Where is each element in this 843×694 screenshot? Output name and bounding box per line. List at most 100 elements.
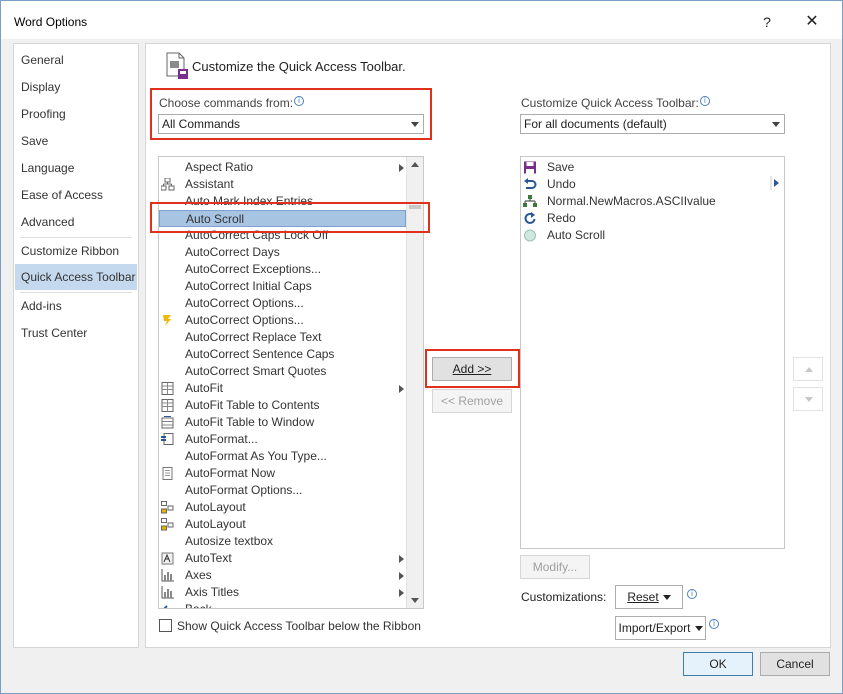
remove-button[interactable]: << Remove (432, 389, 512, 413)
add-button[interactable]: Add >> (432, 357, 512, 381)
command-label: AutoFit Table to Window (185, 415, 315, 429)
info-icon[interactable]: i (687, 589, 697, 599)
command-list-item[interactable]: Auto Mark Index Entries (159, 193, 406, 210)
command-label: Assistant (185, 177, 234, 191)
move-up-button[interactable] (793, 357, 823, 381)
modify-button[interactable]: Modify... (520, 555, 590, 579)
toolbar-list-item[interactable]: Normal.NewMacros.ASCIIvalue (521, 193, 761, 210)
command-list-item[interactable]: AutoText (159, 550, 406, 567)
command-list-item[interactable]: AutoLayout (159, 516, 406, 533)
ok-button[interactable]: OK (683, 652, 753, 676)
command-list-item[interactable]: Autosize textbox (159, 533, 406, 550)
info-icon[interactable]: i (294, 96, 305, 106)
panel-heading: Customize the Quick Access Toolbar. (192, 59, 406, 74)
command-label: Auto Scroll (186, 212, 245, 226)
move-down-button[interactable] (793, 387, 823, 411)
command-label: Back (185, 602, 212, 609)
customize-toolbar-combobox[interactable]: For all documents (default) (520, 114, 785, 134)
customize-toolbar-label: Customize Quick Access Toolbar: i (521, 96, 710, 110)
info-icon[interactable]: i (709, 619, 719, 629)
command-list-item[interactable]: AutoCorrect Caps Lock Off (159, 227, 406, 244)
nav-item-advanced[interactable]: Advanced (15, 209, 137, 235)
scroll-up-button[interactable] (407, 157, 423, 173)
import-export-button-label: Import/Export (618, 621, 691, 635)
toolbar-item-label: Save (547, 160, 575, 174)
toolbar-list-item[interactable]: Save (521, 159, 761, 176)
command-list-item[interactable]: Axis Titles (159, 584, 406, 601)
command-list-item[interactable]: AutoCorrect Options... (159, 295, 406, 312)
commands-scrollbar[interactable] (406, 157, 423, 608)
macro-icon (523, 195, 537, 208)
close-button[interactable]: ✕ (797, 9, 827, 35)
toolbar-items-list[interactable]: Save Undo Normal.NewMacros.ASCIIvalue Redo A… (520, 156, 785, 549)
submenu-arrow-icon (399, 385, 404, 393)
nav-item-general[interactable]: General (15, 47, 137, 73)
toolbar-list-item[interactable]: Auto Scroll (521, 227, 761, 244)
show-below-ribbon-label[interactable]: Show Quick Access Toolbar below the Ribb… (177, 619, 421, 633)
expand-arrow-icon[interactable] (770, 176, 780, 190)
save-icon (523, 161, 537, 174)
command-list-item[interactable]: AutoCorrect Options... (159, 312, 406, 329)
table-window-icon (161, 415, 175, 429)
command-list-item[interactable]: AutoCorrect Replace Text (159, 329, 406, 346)
undo-icon (523, 178, 537, 191)
toolbar-item-label: Redo (547, 211, 576, 225)
nav-item-trust-center[interactable]: Trust Center (15, 320, 137, 346)
command-list-item[interactable]: AutoCorrect Sentence Caps (159, 346, 406, 363)
chart-axes-icon (161, 586, 175, 599)
document-icon (161, 467, 175, 480)
choose-commands-label: Choose commands from: i (159, 96, 305, 110)
command-label: AutoCorrect Sentence Caps (185, 347, 335, 361)
command-list-item[interactable]: Back (159, 601, 406, 609)
nav-item-customize-ribbon[interactable]: Customize Ribbon (15, 238, 137, 264)
nav-item-proofing[interactable]: Proofing (15, 101, 137, 127)
command-list-item[interactable]: Axes (159, 567, 406, 584)
autotext-icon (161, 552, 175, 565)
command-list-item[interactable]: Assistant (159, 176, 406, 193)
help-button[interactable]: ? (753, 9, 781, 35)
nav-item-display[interactable]: Display (15, 74, 137, 100)
commands-list[interactable]: Aspect Ratio Assistant Auto Mark Index Ent… (158, 156, 424, 609)
command-label: AutoLayout (185, 500, 246, 514)
command-list-item[interactable]: AutoFormat As You Type... (159, 448, 406, 465)
scroll-thumb[interactable] (409, 205, 421, 209)
cancel-button[interactable]: Cancel (760, 652, 830, 676)
choose-commands-combobox[interactable]: All Commands (158, 114, 424, 134)
command-list-item[interactable]: AutoFit (159, 380, 406, 397)
add-button-label: Add >> (452, 362, 492, 376)
command-label: AutoFit (185, 381, 224, 395)
toolbar-list-item[interactable]: Undo (521, 176, 761, 193)
nav-item-add-ins[interactable]: Add-ins (15, 293, 137, 319)
chevron-down-icon (411, 122, 419, 127)
command-list-item[interactable]: AutoCorrect Smart Quotes (159, 363, 406, 380)
command-list-item[interactable]: AutoLayout (159, 499, 406, 516)
toolbar-list-item[interactable]: Redo (521, 210, 761, 227)
command-list-item[interactable]: AutoCorrect Days (159, 244, 406, 261)
choose-commands-label-text: Choose commands from: (159, 96, 294, 110)
nav-item-quick-access-toolbar[interactable]: Quick Access Toolbar (15, 264, 137, 290)
command-list-item[interactable]: AutoFormat... (159, 431, 406, 448)
command-list-item[interactable]: AutoCorrect Exceptions... (159, 261, 406, 278)
command-list-item[interactable]: AutoFormat Now (159, 465, 406, 482)
command-label: AutoCorrect Initial Caps (185, 279, 312, 293)
import-export-button[interactable]: Import/Export (615, 616, 706, 640)
table-icon (161, 382, 175, 395)
info-icon[interactable]: i (699, 96, 710, 106)
quick-access-toolbar-icon (166, 52, 188, 79)
command-list-item[interactable]: Auto Scroll (159, 210, 406, 227)
toolbar-item-label: Undo (547, 177, 576, 191)
command-list-item[interactable]: Aspect Ratio (159, 159, 406, 176)
reset-button[interactable]: Reset (615, 585, 683, 609)
command-list-item[interactable]: AutoFit Table to Contents (159, 397, 406, 414)
layout-icon (161, 518, 175, 531)
scroll-down-button[interactable] (407, 592, 423, 608)
nav-item-save[interactable]: Save (15, 128, 137, 154)
nav-item-ease-of-access[interactable]: Ease of Access (15, 182, 137, 208)
nav-item-language[interactable]: Language (15, 155, 137, 181)
show-below-ribbon-checkbox[interactable] (159, 619, 172, 632)
command-label: Aspect Ratio (185, 160, 254, 174)
command-list-item[interactable]: AutoFormat Options... (159, 482, 406, 499)
command-list-item[interactable]: AutoCorrect Initial Caps (159, 278, 406, 295)
layout-icon (161, 501, 175, 514)
command-list-item[interactable]: AutoFit Table to Window (159, 414, 406, 431)
